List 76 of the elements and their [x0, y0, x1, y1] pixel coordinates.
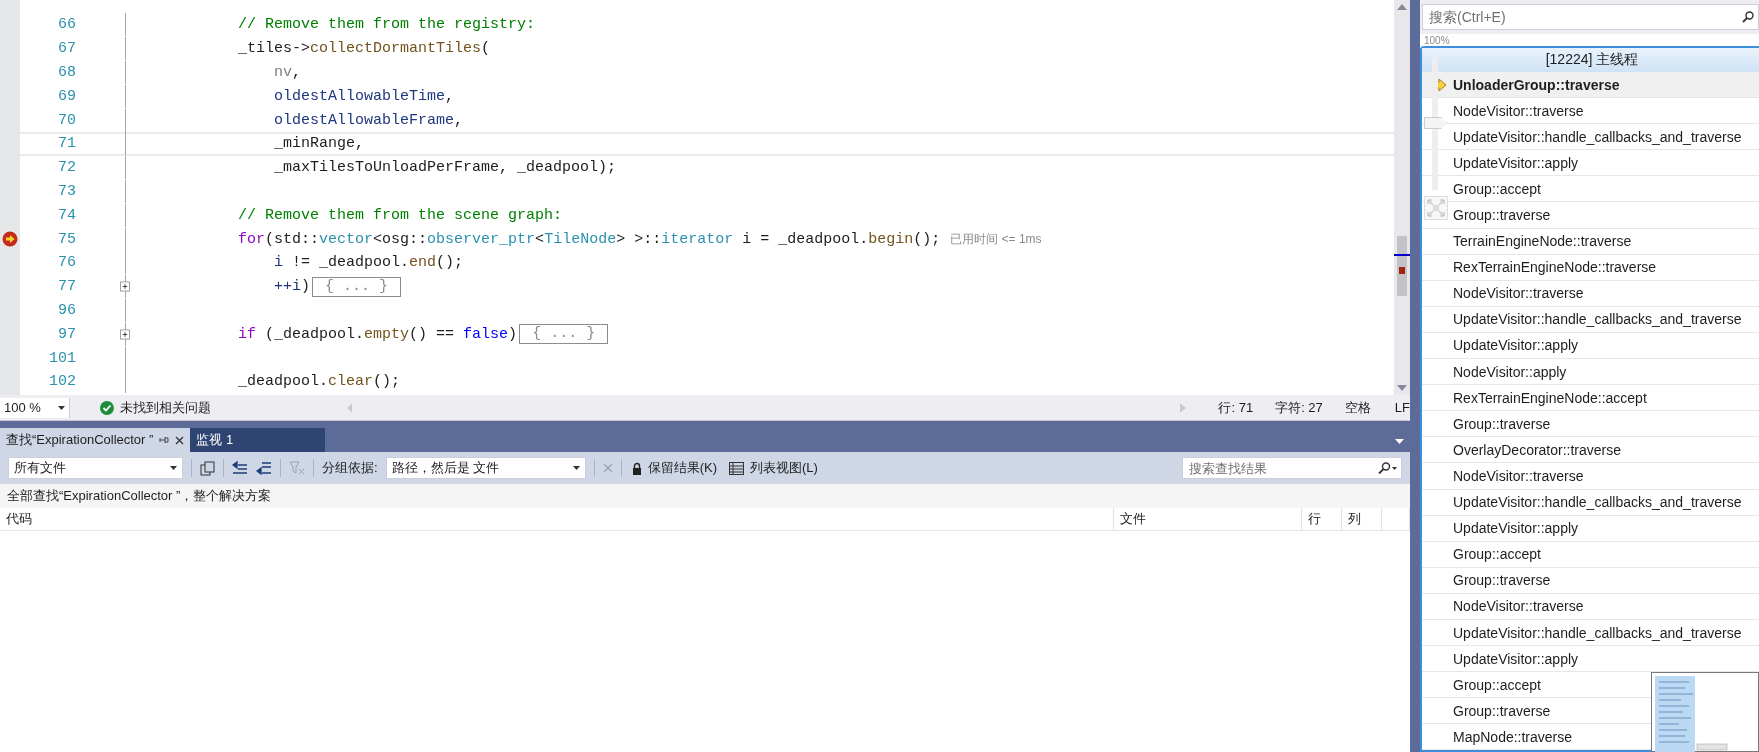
zoom-label: 100% — [1424, 35, 1450, 46]
check-icon — [99, 400, 114, 415]
zoom-dropdown[interactable]: 100 % — [0, 397, 70, 418]
code-line: _deadpool.clear(); — [237, 373, 401, 391]
vertical-scrollbar[interactable] — [1394, 0, 1410, 395]
line-number: 97 — [57, 325, 76, 343]
line-number: 68 — [57, 64, 76, 81]
line-number: 76 — [57, 254, 76, 272]
column-header[interactable]: 代码 — [0, 508, 1114, 530]
line-number: 71 — [57, 135, 76, 153]
keep-results-button[interactable]: 保留结果(K) — [629, 457, 719, 479]
code-line: if (_deadpool.empty() == false) — [237, 325, 518, 343]
code-line: nv, — [273, 64, 302, 81]
code-line: oldestAllowableTime, — [273, 87, 455, 105]
column-header[interactable]: 行 — [1302, 508, 1342, 530]
thread-header: [12224] 主线程 — [1422, 48, 1759, 72]
issues-status: 未找到相关问题 — [119, 398, 211, 417]
line-number: 73 — [57, 182, 76, 200]
line-position[interactable]: 行: 71 — [1218, 398, 1254, 417]
search-icon — [1377, 462, 1397, 474]
line-number: 69 — [57, 87, 76, 105]
line-number: 101 — [48, 349, 76, 367]
stack-frame[interactable]: UnloaderGroup::traverse — [1422, 72, 1759, 99]
table-icon — [728, 461, 744, 475]
panel-tab[interactable]: 查找“ExpirationCollector ” — [0, 428, 191, 452]
panel-tab[interactable]: 监视 1 — [190, 428, 326, 452]
line-number: 70 — [57, 111, 76, 129]
code-line: _minRange, — [273, 135, 365, 153]
zoom-thumb[interactable] — [1424, 117, 1448, 129]
code-line: // Remove them from the registry: — [237, 16, 536, 34]
collapsed-block[interactable]: { ... } — [312, 276, 402, 297]
search-summary: 全部查找“ExpirationCollector ”，整个解决方案 — [7, 487, 272, 505]
list-view-button[interactable]: 列表视图(L) — [726, 457, 820, 479]
caret-icon — [170, 466, 177, 470]
code-line: oldestAllowableFrame, — [273, 111, 464, 129]
column-header[interactable]: 列 — [1342, 508, 1382, 530]
line-number: 102 — [48, 373, 76, 391]
code-line: // Remove them from the scene graph: — [237, 206, 563, 224]
scroll-up-icon[interactable] — [1397, 4, 1407, 10]
line-number: 67 — [57, 40, 76, 58]
scroll-thumb-drawing[interactable] — [1394, 236, 1410, 296]
expand-icon[interactable] — [120, 281, 130, 293]
spacing-indicator[interactable]: 空格 — [1344, 398, 1371, 417]
search-box[interactable]: 搜索查找结果 — [1182, 457, 1402, 479]
line-number: 96 — [57, 301, 76, 319]
pin-icon[interactable] — [159, 435, 170, 445]
code-line: i != _deadpool.end(); — [273, 254, 464, 272]
copy-icon[interactable] — [200, 460, 215, 476]
lock-icon — [631, 461, 642, 475]
close-icon[interactable] — [175, 435, 185, 445]
scope-dropdown[interactable]: 所有文件 — [8, 457, 183, 479]
expand-icon[interactable] — [120, 328, 130, 340]
search-icon — [1742, 11, 1754, 23]
code-line: _maxTilesToUnloadPerFrame, _deadpool); — [273, 159, 617, 177]
code-line: _tiles->collectDormantTiles( — [237, 40, 491, 58]
panel-menu-icon[interactable] — [1395, 439, 1404, 444]
code-line: ++i) — [273, 278, 311, 296]
caret-icon — [57, 405, 65, 410]
code-line: for(std::vector<osg::observer_ptr<TileNode> >::iterator i = _deadpool.begin(); — [237, 230, 941, 248]
line-number: 66 — [57, 16, 76, 34]
previous-result-icon[interactable] — [232, 461, 248, 475]
line-number: 77 — [57, 278, 76, 296]
scroll-down-icon[interactable] — [1397, 385, 1407, 391]
line-number: 75 — [57, 230, 76, 248]
column-header[interactable]: 文件 — [1114, 508, 1302, 530]
minimap-drawing[interactable] — [1651, 672, 1759, 752]
search-box[interactable]: 搜索(Ctrl+E) — [1422, 4, 1759, 30]
line-number: 72 — [57, 159, 76, 177]
group-by-label: 分组依据: — [322, 459, 378, 477]
char-position[interactable]: 字符: 27 — [1275, 398, 1323, 417]
line-ending-indicator[interactable]: LF — [1394, 400, 1410, 415]
elapsed-time-hint: 已用时间 <= 1ms — [950, 230, 1042, 248]
caret-icon — [572, 466, 580, 470]
group-by-dropdown[interactable]: 路径，然后是 文件 — [385, 457, 586, 479]
next-result-icon[interactable] — [256, 461, 272, 475]
line-number: 74 — [57, 206, 76, 224]
